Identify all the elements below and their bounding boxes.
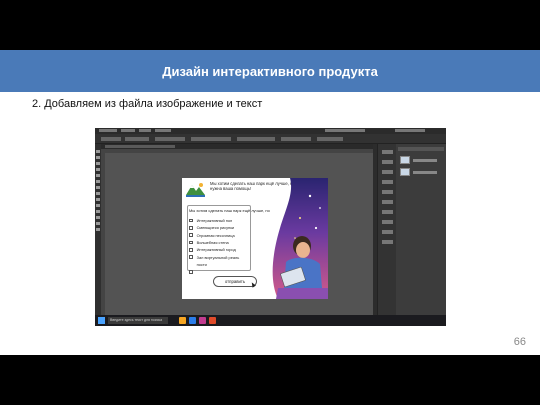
option-item[interactable]: Смеющиеся рисунки xyxy=(189,224,239,231)
option-checkbox[interactable] xyxy=(189,255,193,259)
option-checkbox[interactable] xyxy=(189,226,193,230)
windows-taskbar: Введите здесь текст для поиска xyxy=(95,315,446,326)
option-item[interactable] xyxy=(189,268,239,275)
indesign-icon[interactable] xyxy=(199,317,206,324)
collapsed-panels[interactable] xyxy=(377,144,396,315)
file-explorer-icon[interactable] xyxy=(179,317,186,324)
taskbar-search-placeholder: Введите здесь текст для поиска xyxy=(110,318,163,322)
top-letterbox xyxy=(0,0,540,50)
option-item[interactable]: Зал виртуальной реаль xyxy=(189,253,239,260)
step-subtitle: 2. Добавляем из файла изображение и текс… xyxy=(32,98,263,110)
indesign-screenshot: Мы хотим сделать наш парк ещё лучше, но … xyxy=(95,128,446,326)
option-checkbox[interactable] xyxy=(189,240,193,245)
page-number: 66 xyxy=(513,336,526,348)
windows-start-icon[interactable] xyxy=(98,317,105,324)
slide: Дизайн интерактивного продукта 2. Добавл… xyxy=(0,0,540,405)
option-checkbox[interactable] xyxy=(189,233,193,238)
browser-icon[interactable] xyxy=(189,317,196,324)
child-with-tablet-illustration xyxy=(272,178,328,299)
app-icon[interactable] xyxy=(209,317,216,324)
question-text: Мы хотим сделать наш парк ещё лучше, но xyxy=(189,208,270,213)
option-item[interactable]: Интерактивный пол xyxy=(189,217,239,224)
option-checkbox[interactable] xyxy=(189,248,193,252)
pages-panel[interactable] xyxy=(396,144,446,315)
slide-title: Дизайн интерактивного продукта xyxy=(162,64,378,79)
park-logo-icon xyxy=(186,183,205,197)
control-panel[interactable] xyxy=(95,134,446,144)
page-thumbnail[interactable] xyxy=(400,156,410,164)
page-thumbnail[interactable] xyxy=(400,168,410,176)
option-item[interactable]: Интерактивный город xyxy=(189,246,239,253)
document-tab[interactable] xyxy=(105,145,175,148)
option-checkbox[interactable] xyxy=(189,269,193,274)
document-page[interactable]: Мы хотим сделать наш парк ещё лучше, но … xyxy=(182,178,328,299)
option-item[interactable]: Волшебная стена xyxy=(189,239,239,246)
option-item-continued: ности xyxy=(196,261,207,267)
option-checkbox[interactable] xyxy=(189,218,193,223)
options-list: Интерактивный пол Смеющиеся рисунки Огро… xyxy=(189,217,239,275)
option-item[interactable]: Огромная песочница xyxy=(189,232,239,239)
